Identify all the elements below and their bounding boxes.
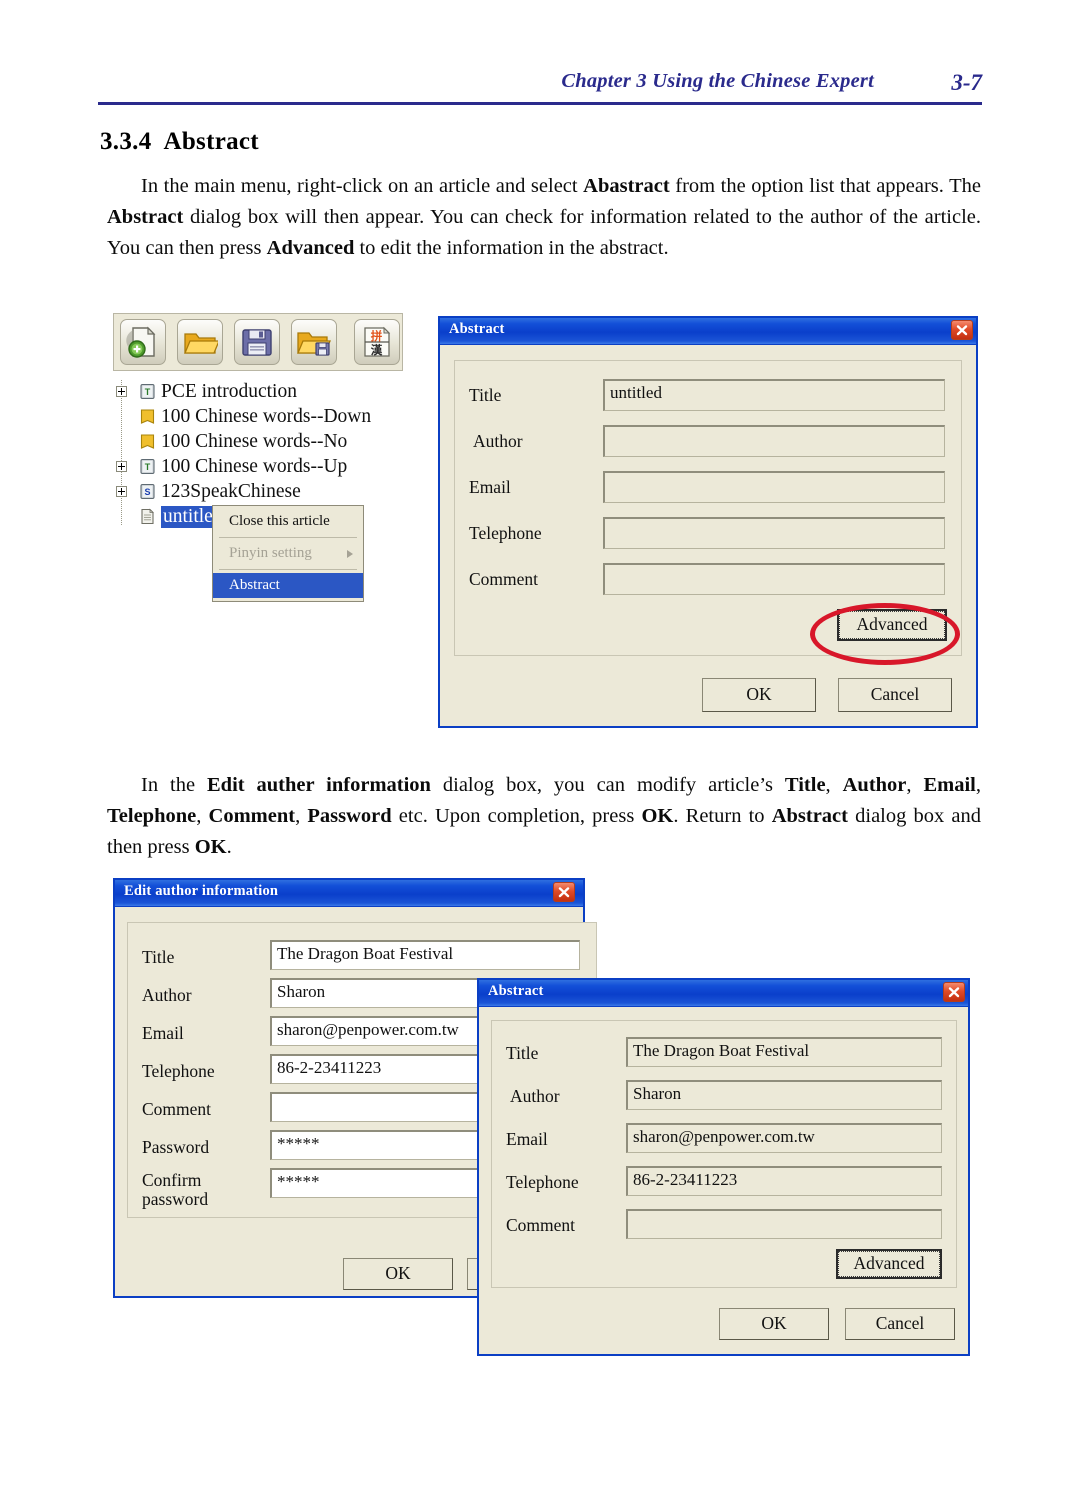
tree-item-label: 123SpeakChinese xyxy=(161,481,301,502)
fields-groupbox: Title The Dragon Boat Festival Author Sh… xyxy=(491,1020,957,1288)
field-label-confirm-password: Confirm password xyxy=(142,1170,209,1209)
context-menu-item-pinyin-setting[interactable]: Pinyin setting xyxy=(213,541,363,566)
field-label-author: Author xyxy=(510,1086,560,1106)
expand-icon[interactable] xyxy=(116,486,127,497)
paragraph-edit-author: In the Edit auther information dialog bo… xyxy=(107,774,982,858)
context-menu-separator xyxy=(219,569,357,570)
field-label-title: Title xyxy=(469,385,502,405)
dialog-title: Edit author information xyxy=(124,883,279,899)
fields-groupbox: Title untitled Author Email Telephone Co… xyxy=(454,360,962,656)
field-input-telephone[interactable] xyxy=(603,517,945,549)
svg-text:T: T xyxy=(145,462,151,472)
field-input-title[interactable]: The Dragon Boat Festival xyxy=(626,1037,942,1067)
field-label-telephone: Telephone xyxy=(506,1172,579,1192)
field-label-comment: Comment xyxy=(469,569,539,589)
section-heading: 3.3.4 Abstract xyxy=(100,128,259,156)
abstract-dialog-filled: Abstract Title The Dragon Boat Festival … xyxy=(477,978,970,1356)
page-number: 3-7 xyxy=(951,70,982,95)
advanced-button[interactable]: Advanced xyxy=(837,609,947,641)
field-label-author: Author xyxy=(473,431,523,451)
section-title: Abstract xyxy=(163,128,259,155)
field-label-comment: Comment xyxy=(506,1215,576,1235)
field-input-author[interactable] xyxy=(603,425,945,457)
header-divider xyxy=(98,102,982,105)
paragraph-intro: In the main menu, right-click on an arti… xyxy=(107,175,981,259)
new-article-icon[interactable] xyxy=(120,319,166,365)
section-number: 3.3.4 xyxy=(100,128,152,155)
field-label-author: Author xyxy=(142,985,192,1005)
field-input-title[interactable]: untitled xyxy=(603,379,945,411)
field-input-author[interactable]: Sharon xyxy=(626,1080,942,1110)
dialog-title: Abstract xyxy=(449,321,505,337)
field-label-email: Email xyxy=(506,1129,548,1149)
context-menu-separator xyxy=(219,537,357,538)
save-icon[interactable] xyxy=(234,319,280,365)
field-input-title[interactable]: The Dragon Boat Festival xyxy=(270,940,580,970)
titlebar: Abstract xyxy=(440,318,976,345)
abstract-dialog-empty: Abstract Title untitled Author Email Tel… xyxy=(438,316,978,728)
svg-text:漢: 漢 xyxy=(371,343,383,357)
tree-item-label: PCE introduction xyxy=(161,381,297,402)
tree-guideline xyxy=(121,380,123,525)
ok-button[interactable]: OK xyxy=(719,1308,829,1340)
field-input-email[interactable]: sharon@penpower.com.tw xyxy=(626,1123,942,1153)
context-menu-item-close-this-article[interactable]: Close this article xyxy=(213,509,363,534)
close-icon[interactable] xyxy=(943,982,965,1002)
close-icon[interactable] xyxy=(951,320,973,340)
advanced-button-label: Advanced xyxy=(839,611,945,639)
svg-text:T: T xyxy=(145,387,151,397)
ok-button[interactable]: OK xyxy=(702,678,816,712)
field-input-email[interactable] xyxy=(603,471,945,503)
field-label-password: Password xyxy=(142,1137,210,1157)
field-input-comment[interactable] xyxy=(626,1209,942,1239)
book-plain-icon xyxy=(139,408,156,431)
book-plain-icon xyxy=(139,433,156,456)
page-header: Chapter 3 Using the Chinese Expert 3-7 xyxy=(98,70,982,110)
cancel-button[interactable]: Cancel xyxy=(838,678,952,712)
dialog-title: Abstract xyxy=(488,983,544,999)
titlebar: Abstract xyxy=(479,980,968,1007)
field-label-comment: Comment xyxy=(142,1099,212,1119)
cancel-button[interactable]: Cancel xyxy=(845,1308,955,1340)
field-input-telephone[interactable]: 86-2-23411223 xyxy=(626,1166,942,1196)
tree-item-label: 100 Chinese words--Down xyxy=(161,406,372,427)
tree-item-label: 100 Chinese words--Up xyxy=(161,456,348,477)
advanced-button-label: Advanced xyxy=(838,1251,940,1277)
advanced-button[interactable]: Advanced xyxy=(836,1249,942,1279)
expand-icon[interactable] xyxy=(116,461,127,472)
article-tree: T PCE introduction 100 Chinese words--Do… xyxy=(113,380,413,528)
field-label-title: Title xyxy=(142,947,175,967)
submenu-arrow-icon xyxy=(347,550,353,558)
book-s-icon: S xyxy=(139,483,156,506)
expand-icon[interactable] xyxy=(116,386,127,397)
book-t-icon: T xyxy=(139,458,156,481)
field-label-title: Title xyxy=(506,1043,539,1063)
header-chapter-title: Chapter 3 Using the Chinese Expert xyxy=(561,70,874,92)
app-toolbar: 拼 漢 xyxy=(113,313,403,371)
close-icon[interactable] xyxy=(553,882,575,902)
context-menu-item-label: Pinyin setting xyxy=(229,545,312,561)
book-t-icon: T xyxy=(139,383,156,406)
context-menu-item-abstract[interactable]: Abstract xyxy=(213,573,363,598)
pinyin-hanzi-icon[interactable]: 拼 漢 xyxy=(354,319,400,365)
field-input-comment[interactable] xyxy=(603,563,945,595)
tree-item-label: 100 Chinese words--No xyxy=(161,431,348,452)
titlebar: Edit author information xyxy=(115,880,583,907)
field-label-telephone: Telephone xyxy=(469,523,542,543)
save-as-icon[interactable] xyxy=(291,319,337,365)
svg-text:拼: 拼 xyxy=(371,329,383,343)
context-menu[interactable]: Close this article Pinyin setting Abstra… xyxy=(212,505,364,602)
svg-text:S: S xyxy=(144,487,150,497)
document-icon xyxy=(139,508,156,531)
field-label-email: Email xyxy=(469,477,511,497)
field-label-telephone: Telephone xyxy=(142,1061,215,1081)
field-label-email: Email xyxy=(142,1023,184,1043)
open-folder-icon[interactable] xyxy=(177,319,223,365)
ok-button[interactable]: OK xyxy=(343,1258,453,1290)
